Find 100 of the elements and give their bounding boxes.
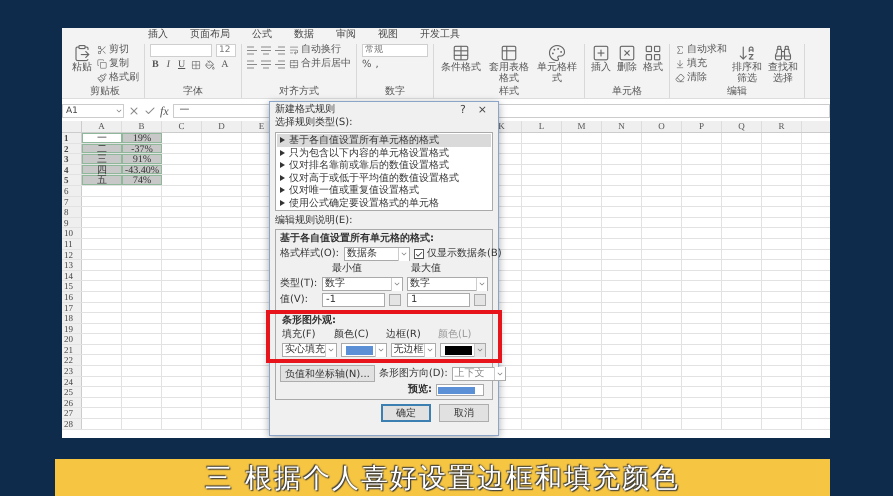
row-number[interactable]: 4: [62, 164, 82, 174]
font-style-button[interactable]: I: [164, 59, 172, 70]
help-button[interactable]: ?: [454, 103, 472, 116]
ribbon-button[interactable]: 套用表格格式: [487, 44, 531, 84]
ribbon-tab[interactable]: 审阅: [336, 29, 356, 41]
ribbon-button[interactable]: 格式: [642, 44, 664, 73]
ribbon-button[interactable]: 插入: [590, 44, 612, 73]
ribbon-tab[interactable]: 页面布局: [190, 29, 230, 41]
row-number[interactable]: 11: [62, 238, 82, 249]
row-number[interactable]: 13: [62, 260, 82, 270]
row-number[interactable]: 27: [62, 408, 82, 418]
ribbon-button[interactable]: 单元格样式: [535, 44, 579, 84]
ribbon-tab[interactable]: 数据: [294, 29, 314, 41]
number-format-button[interactable]: %: [362, 59, 372, 71]
column-header[interactable]: O: [642, 121, 682, 132]
color-dropdown[interactable]: [341, 343, 387, 357]
font-style-button[interactable]: B: [150, 59, 161, 70]
row-number[interactable]: 6: [62, 186, 82, 196]
rule-type-item[interactable]: 基于各自值设置所有单元格的格式: [277, 134, 491, 146]
negative-axis-button[interactable]: 负值和坐标轴(N)...: [280, 365, 375, 382]
font-size-field[interactable]: 12: [216, 44, 236, 57]
ribbon-button[interactable]: 条件格式: [439, 44, 483, 73]
clipboard-item[interactable]: 剪切: [97, 44, 139, 56]
row-number[interactable]: 21: [62, 344, 82, 354]
font-style-button[interactable]: U: [176, 59, 188, 70]
row-number[interactable]: 8: [62, 207, 82, 217]
ribbon-tab[interactable]: 公式: [252, 29, 272, 41]
row-number[interactable]: 1: [62, 133, 82, 143]
border-dropdown[interactable]: 无边框: [390, 343, 436, 357]
row-number[interactable]: 5: [62, 175, 82, 185]
close-button[interactable]: ×: [472, 103, 493, 116]
type-dropdown[interactable]: 数字: [407, 277, 488, 291]
column-header[interactable]: D: [202, 121, 242, 132]
row-number[interactable]: 14: [62, 270, 82, 280]
alignment-button[interactable]: 合并后居中: [289, 58, 351, 70]
range-select-icon[interactable]: [389, 294, 401, 306]
row-number[interactable]: 25: [62, 387, 82, 397]
row-number[interactable]: 7: [62, 196, 82, 206]
number-format-button[interactable]: ,: [376, 59, 379, 71]
alignment-button[interactable]: 自动换行: [289, 44, 341, 56]
rule-type-item[interactable]: 仅对唯一值或重复值设置格式: [277, 184, 491, 196]
row-number[interactable]: 16: [62, 292, 82, 302]
row-number[interactable]: 22: [62, 355, 82, 366]
checkbox[interactable]: [414, 249, 424, 259]
format-style-dropdown[interactable]: 数据条: [344, 247, 410, 261]
column-header[interactable]: R: [762, 121, 802, 132]
align-icon[interactable]: [247, 60, 257, 68]
check-icon[interactable]: [144, 105, 156, 117]
column-header[interactable]: Q: [722, 121, 762, 132]
rule-type-item[interactable]: 使用公式确定要设置格式的单元格: [277, 196, 491, 209]
editing-item[interactable]: 填充: [675, 58, 727, 70]
column-header[interactable]: A: [82, 121, 122, 132]
row-number[interactable]: 26: [62, 398, 82, 408]
range-select-icon[interactable]: [474, 294, 486, 306]
number-format-field[interactable]: 常规: [362, 44, 428, 57]
color-dropdown[interactable]: [440, 343, 486, 357]
ribbon-button[interactable]: 查找和选择: [767, 44, 799, 84]
clipboard-item[interactable]: 格式刷: [97, 72, 139, 84]
font-color-button[interactable]: A: [219, 59, 230, 70]
editing-item[interactable]: 自动求和: [675, 44, 727, 56]
input-field[interactable]: -1: [322, 293, 385, 307]
rule-type-item[interactable]: 仅对排名靠前或靠后的数值设置格式: [277, 159, 491, 172]
row-number[interactable]: 2: [62, 144, 82, 154]
row-number[interactable]: 28: [62, 419, 82, 429]
column-header[interactable]: C: [162, 121, 202, 132]
type-dropdown[interactable]: 数字: [322, 277, 403, 291]
cancel-button[interactable]: 取消: [439, 404, 489, 422]
ribbon-tab[interactable]: 开发工具: [420, 29, 460, 41]
row-number[interactable]: 23: [62, 366, 82, 376]
fill-dropdown[interactable]: 实心填充: [282, 343, 337, 357]
row-number[interactable]: 3: [62, 154, 82, 164]
row-number[interactable]: 12: [62, 250, 82, 260]
paste-button[interactable]: 粘贴: [71, 44, 93, 73]
ribbon-button[interactable]: 排序和筛选: [731, 44, 763, 84]
row-number[interactable]: 15: [62, 281, 82, 291]
input-field[interactable]: 1: [407, 293, 470, 307]
name-box[interactable]: A1: [62, 104, 124, 118]
row-number[interactable]: 24: [62, 376, 82, 386]
row-number[interactable]: 17: [62, 302, 82, 312]
clipboard-item[interactable]: 复制: [97, 58, 139, 70]
rule-type-item[interactable]: 仅对高于或低于平均值的数值设置格式: [277, 172, 491, 184]
cancel-icon[interactable]: [128, 105, 140, 117]
ok-button[interactable]: 确定: [381, 404, 431, 422]
row-number[interactable]: 10: [62, 228, 82, 238]
column-header[interactable]: B: [122, 121, 162, 132]
align-icon[interactable]: [247, 46, 257, 54]
row-number[interactable]: 18: [62, 313, 82, 323]
align-icon[interactable]: [275, 46, 285, 54]
font-name-field[interactable]: [150, 44, 212, 57]
direction-dropdown[interactable]: 上下文: [452, 366, 506, 380]
row-number[interactable]: 19: [62, 324, 82, 334]
ribbon-tab[interactable]: 视图: [378, 29, 398, 41]
column-header[interactable]: M: [562, 121, 602, 132]
align-icon[interactable]: [261, 46, 271, 54]
function-button[interactable]: fx: [160, 104, 169, 118]
row-number[interactable]: 9: [62, 218, 82, 228]
editing-item[interactable]: 清除: [675, 72, 727, 84]
align-icon[interactable]: [275, 60, 285, 68]
column-header[interactable]: N: [602, 121, 642, 132]
ribbon-button[interactable]: 删除: [616, 44, 638, 73]
